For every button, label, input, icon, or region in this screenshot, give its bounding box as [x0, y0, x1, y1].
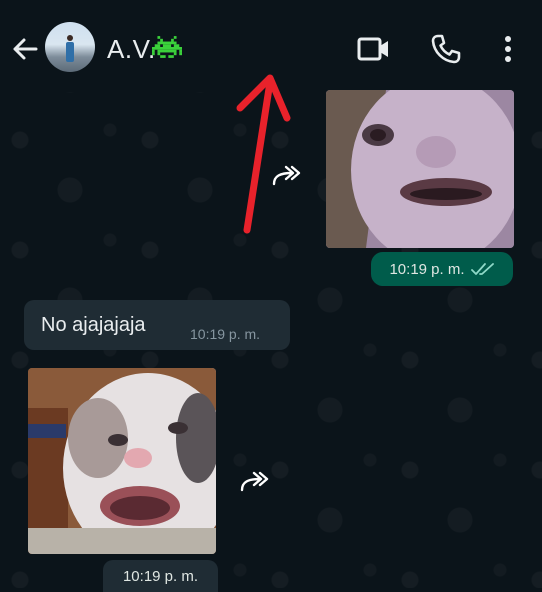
message-text: No ajajajaja — [41, 314, 146, 336]
outgoing-photo-message[interactable] — [326, 90, 514, 248]
contact-avatar[interactable] — [45, 22, 95, 72]
phone-icon — [431, 34, 461, 64]
contact-name[interactable]: A.V. — [107, 34, 156, 65]
red-annotation-arrow — [236, 74, 291, 234]
more-options-button[interactable] — [500, 33, 516, 65]
message-time: 10:19 p. m. — [190, 326, 261, 342]
forward-icon — [240, 471, 269, 492]
space-invader-icon — [152, 36, 182, 58]
cat-photo — [28, 368, 216, 554]
incoming-photo-message[interactable] — [28, 368, 216, 554]
incoming-text-message[interactable]: No ajajajaja 10:19 p. m. — [24, 300, 290, 350]
video-call-button[interactable] — [357, 34, 391, 64]
video-camera-icon — [357, 37, 388, 61]
forward-button[interactable] — [238, 470, 272, 492]
message-time: 10:19 p. m. — [389, 260, 465, 278]
more-vertical-icon — [505, 36, 511, 62]
message-time: 10:19 p. m. — [122, 567, 199, 585]
double-check-read-icon — [470, 263, 494, 275]
face-photo — [326, 90, 514, 248]
back-button[interactable] — [10, 34, 40, 64]
outgoing-photo-meta: 10:19 p. m. — [371, 252, 513, 286]
arrow-left-icon — [13, 38, 38, 60]
incoming-photo-meta: 10:19 p. m. — [103, 560, 218, 592]
voice-call-button[interactable] — [430, 33, 462, 65]
avatar-person-figure — [66, 35, 74, 62]
